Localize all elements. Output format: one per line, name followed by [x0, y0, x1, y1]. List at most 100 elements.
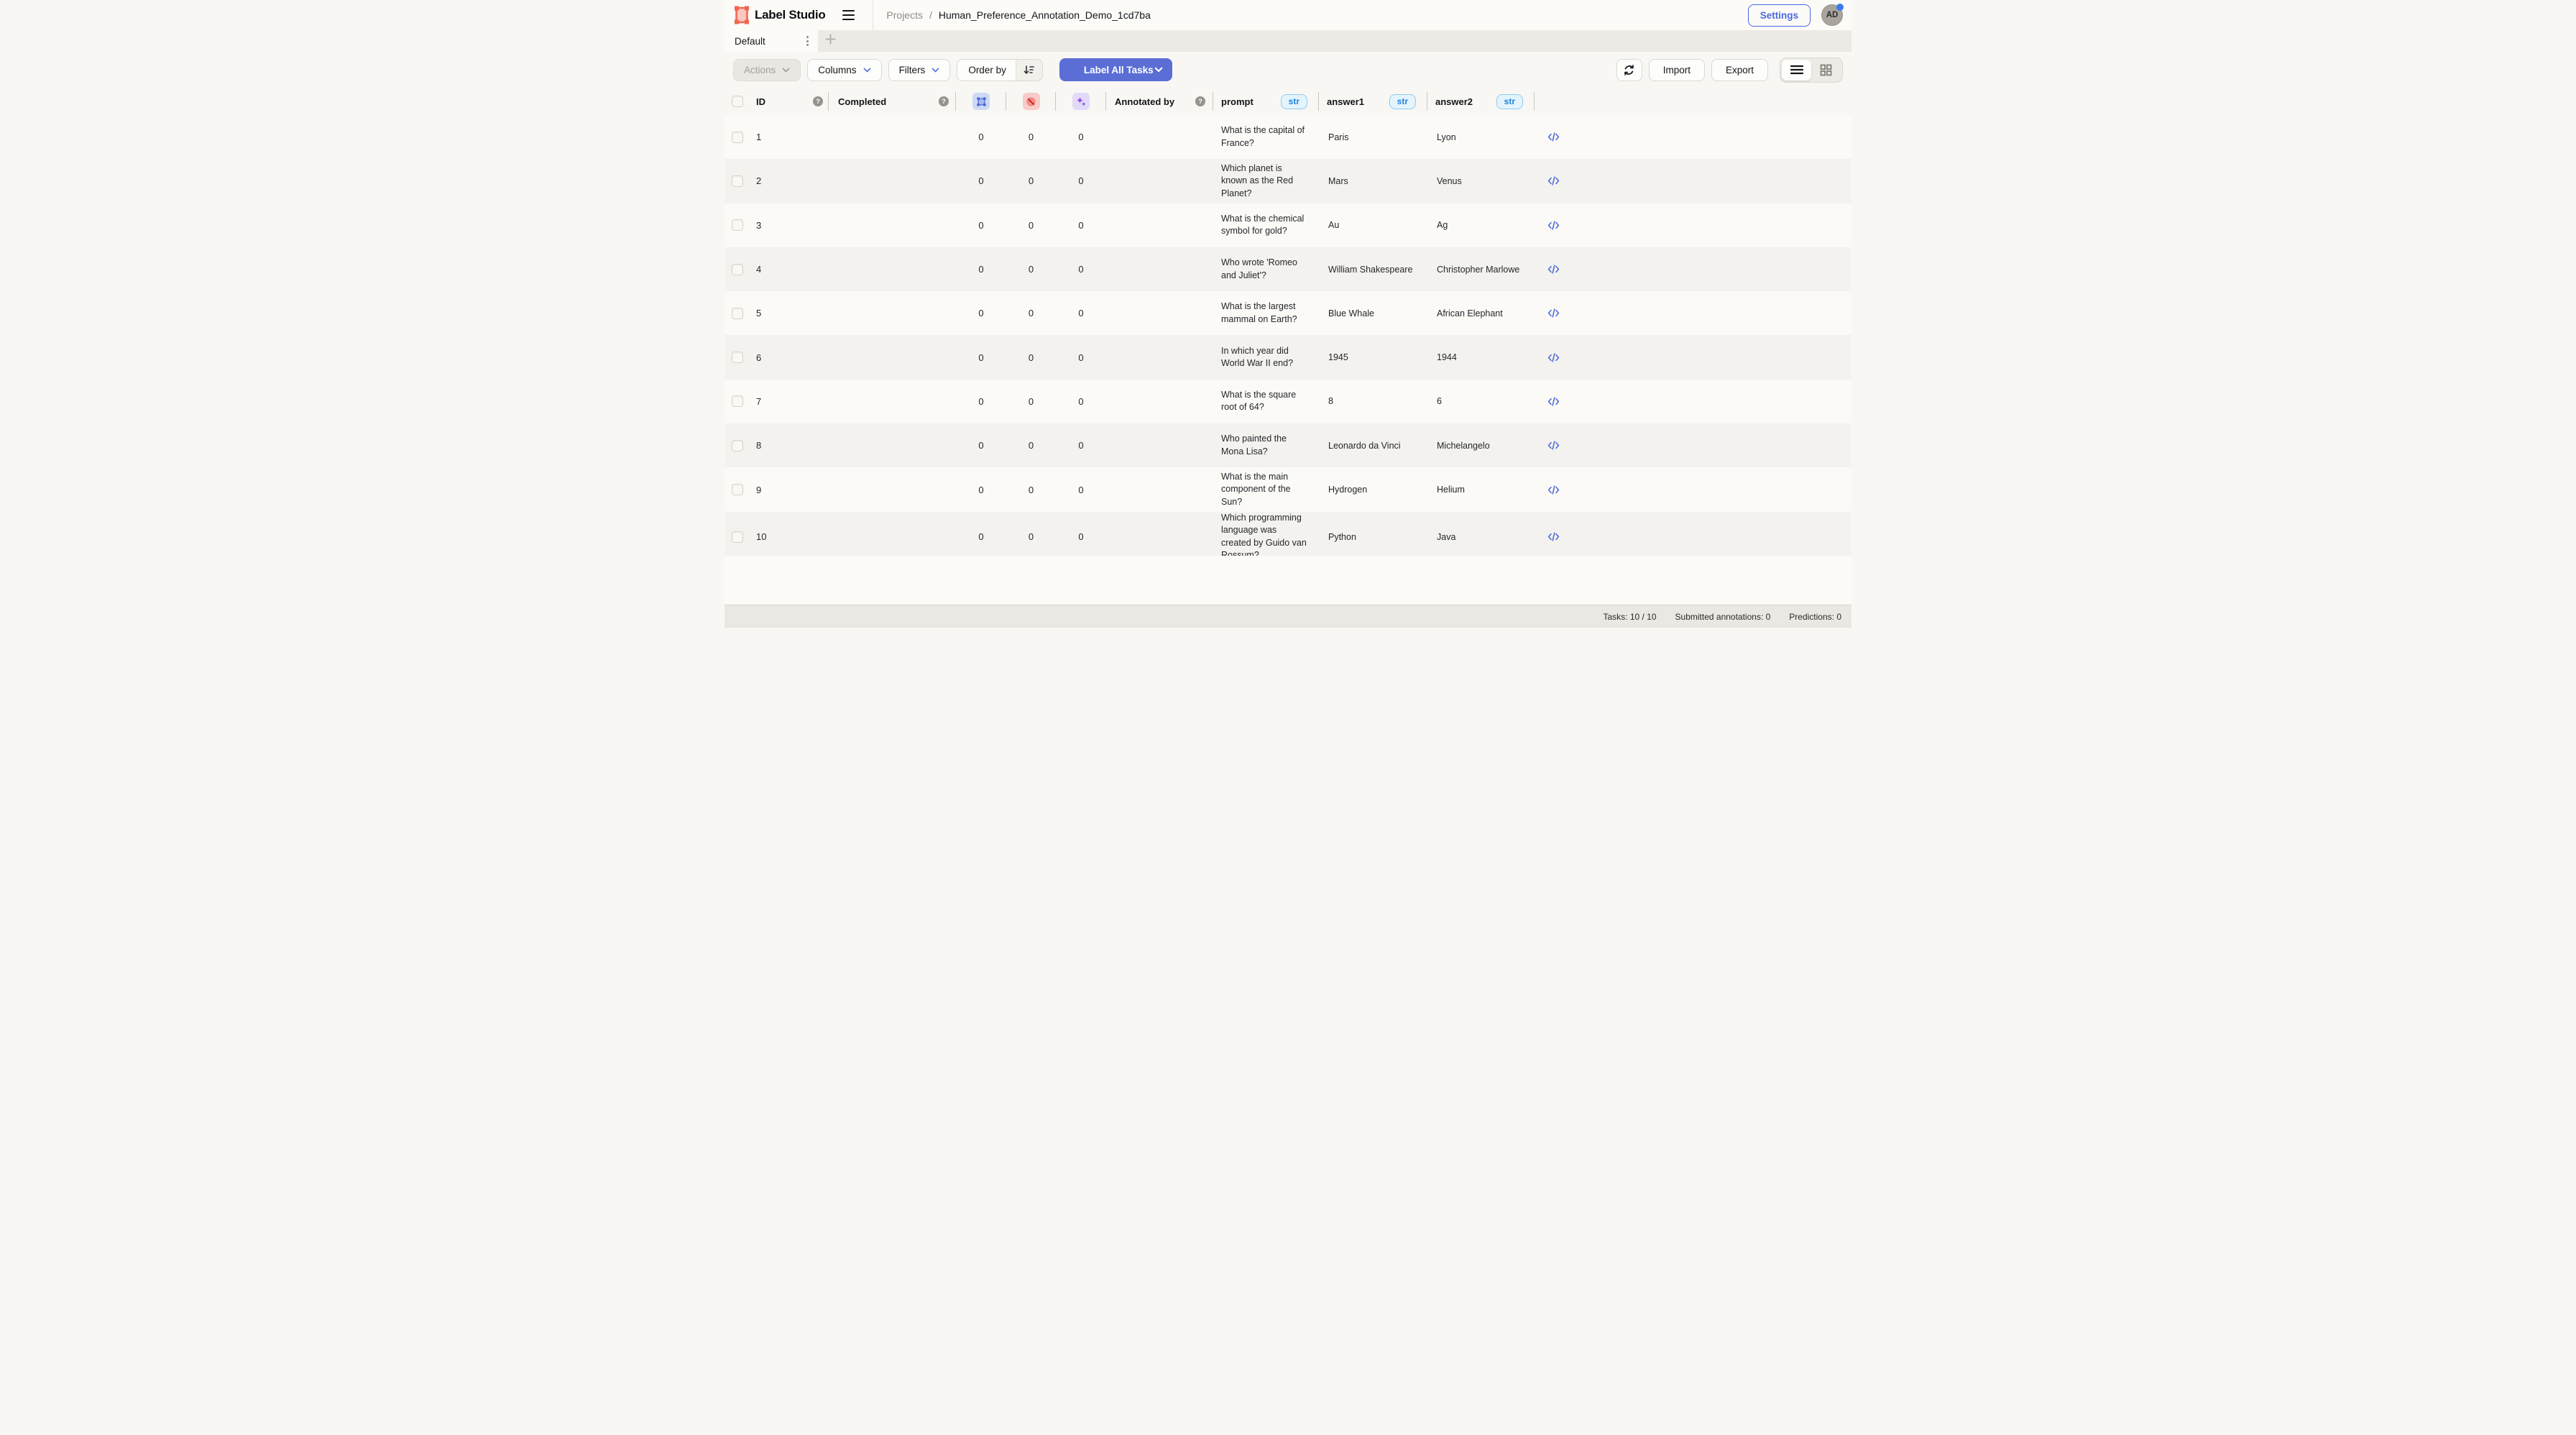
cell-answer1: Blue Whale	[1319, 291, 1427, 335]
source-icon[interactable]	[1547, 264, 1560, 275]
settings-button[interactable]: Settings	[1748, 4, 1811, 27]
order-by-button[interactable]: Order by	[957, 59, 1043, 81]
row-checkbox[interactable]	[732, 219, 743, 231]
row-checkbox[interactable]	[732, 484, 743, 495]
help-icon[interactable]: ?	[1195, 96, 1205, 106]
cell-completed	[829, 115, 956, 159]
row-checkbox[interactable]	[732, 132, 743, 143]
table-row[interactable]: 9 0 0 0 What is the main component of th…	[724, 467, 1852, 511]
export-button[interactable]: Export	[1711, 59, 1768, 81]
cell-annotations-count: 0	[956, 159, 1006, 203]
cell-source	[1535, 335, 1573, 379]
source-icon[interactable]	[1547, 352, 1560, 363]
menu-icon[interactable]	[842, 6, 861, 24]
list-view-button[interactable]	[1782, 60, 1811, 81]
row-checkbox[interactable]	[732, 440, 743, 451]
chevron-down-icon	[1154, 67, 1163, 73]
column-header-id[interactable]: ID ?	[750, 88, 829, 115]
filters-button[interactable]: Filters	[888, 59, 951, 81]
tab-default[interactable]: Default	[724, 30, 818, 52]
cell-predictions-count: 0	[1056, 335, 1106, 379]
source-icon[interactable]	[1547, 132, 1560, 142]
tab-label: Default	[735, 36, 765, 47]
columns-button[interactable]: Columns	[807, 59, 881, 81]
table-row[interactable]: 1 0 0 0 What is the capital of France? P…	[724, 115, 1852, 159]
sort-direction-button[interactable]	[1016, 60, 1042, 81]
column-header-prompt[interactable]: prompt str	[1213, 88, 1319, 115]
help-icon[interactable]: ?	[939, 96, 949, 106]
cell-annotated-by	[1106, 512, 1213, 562]
table-row[interactable]: 2 0 0 0 Which planet is known as the Red…	[724, 159, 1852, 203]
add-tab-button[interactable]	[818, 30, 842, 52]
label-all-tasks-button[interactable]: Label All Tasks	[1059, 58, 1172, 81]
column-header-annotations[interactable]	[956, 88, 1006, 115]
table-row[interactable]: 7 0 0 0 What is the square root of 64? 8…	[724, 380, 1852, 423]
column-header-answer2[interactable]: answer2 str	[1427, 88, 1535, 115]
row-checkbox[interactable]	[732, 395, 743, 407]
row-checkbox[interactable]	[732, 352, 743, 363]
type-badge-str: str	[1496, 94, 1523, 109]
table-row[interactable]: 10 0 0 0 Which programming language was …	[724, 512, 1852, 556]
label-studio-logo[interactable]: Label Studio	[733, 4, 825, 26]
avatar[interactable]: AD	[1821, 4, 1843, 26]
tab-menu-icon[interactable]	[804, 33, 811, 49]
source-icon[interactable]	[1547, 396, 1560, 407]
cell-annotations-count: 0	[956, 512, 1006, 562]
row-select-cell	[724, 335, 750, 379]
grid-view-button[interactable]	[1811, 60, 1841, 81]
source-icon[interactable]	[1547, 531, 1560, 542]
row-checkbox[interactable]	[732, 175, 743, 187]
cell-filler	[1573, 512, 1852, 562]
toolbar: Actions Columns Filters Order by Label A…	[724, 52, 1852, 88]
cell-predictions-count: 0	[1056, 467, 1106, 511]
table-row[interactable]: 8 0 0 0 Who painted the Mona Lisa? Leona…	[724, 423, 1852, 467]
column-header-cancelled[interactable]	[1006, 88, 1056, 115]
row-id: 7	[750, 380, 829, 423]
row-checkbox[interactable]	[732, 308, 743, 319]
cell-answer2: Helium	[1427, 467, 1535, 511]
label-studio-logo-icon	[733, 4, 750, 26]
column-header-answer1[interactable]: answer1 str	[1319, 88, 1427, 115]
column-header-completed[interactable]: Completed ?	[829, 88, 956, 115]
predictions-count: Predictions: 0	[1789, 612, 1841, 622]
table-row[interactable]: 3 0 0 0 What is the chemical symbol for …	[724, 203, 1852, 247]
tab-strip: Default	[724, 30, 1852, 52]
actions-button[interactable]: Actions	[733, 59, 801, 81]
table-row[interactable]: 4 0 0 0 Who wrote 'Romeo and Juliet'? Wi…	[724, 247, 1852, 291]
breadcrumb-projects-link[interactable]: Projects	[886, 9, 923, 21]
cell-completed	[829, 203, 956, 247]
column-header-predictions[interactable]	[1056, 88, 1106, 115]
cell-answer2: Ag	[1427, 203, 1535, 247]
cell-answer1: 8	[1319, 380, 1427, 423]
source-icon[interactable]	[1547, 485, 1560, 495]
breadcrumb-separator: /	[929, 9, 932, 21]
refresh-icon	[1623, 64, 1635, 76]
table-body: 1 0 0 0 What is the capital of France? P…	[724, 115, 1852, 556]
refresh-button[interactable]	[1616, 59, 1642, 81]
cell-filler	[1573, 467, 1852, 511]
help-icon[interactable]: ?	[813, 96, 823, 106]
row-select-cell	[724, 115, 750, 159]
import-button[interactable]: Import	[1649, 59, 1705, 81]
cell-prompt: Which planet is known as the Red Planet?	[1213, 159, 1319, 203]
cell-prompt: What is the main component of the Sun?	[1213, 467, 1319, 511]
predictions-column-icon	[1072, 93, 1090, 110]
source-icon[interactable]	[1547, 175, 1560, 186]
cell-cancelled-count: 0	[1006, 467, 1056, 511]
row-id: 5	[750, 291, 829, 335]
source-icon[interactable]	[1547, 440, 1560, 451]
source-icon[interactable]	[1547, 308, 1560, 318]
source-icon[interactable]	[1547, 220, 1560, 231]
table-row[interactable]: 6 0 0 0 In which year did World War II e…	[724, 335, 1852, 379]
row-checkbox[interactable]	[732, 264, 743, 275]
cell-annotated-by	[1106, 247, 1213, 291]
chevron-down-icon	[932, 68, 939, 73]
select-all-checkbox[interactable]	[732, 96, 743, 107]
column-header-annotated-by[interactable]: Annotated by ?	[1106, 88, 1213, 115]
row-checkbox[interactable]	[732, 531, 743, 543]
table-row[interactable]: 5 0 0 0 What is the largest mammal on Ea…	[724, 291, 1852, 335]
cell-predictions-count: 0	[1056, 203, 1106, 247]
cell-filler	[1573, 291, 1852, 335]
cell-predictions-count: 0	[1056, 115, 1106, 159]
cell-answer1: Paris	[1319, 115, 1427, 159]
